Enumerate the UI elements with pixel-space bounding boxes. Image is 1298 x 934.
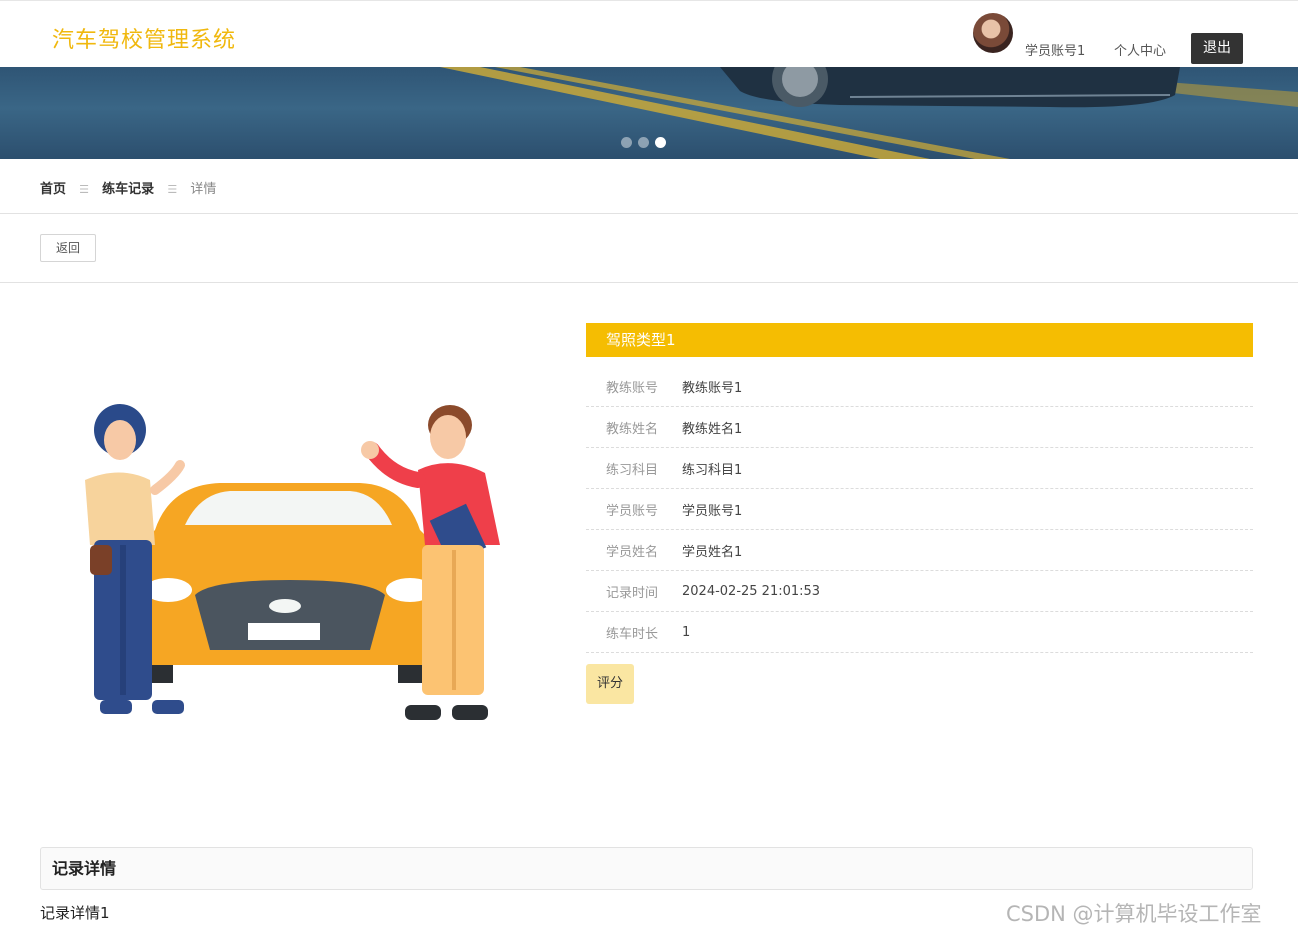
detail-row-duration: 练车时长 1 [586,612,1253,653]
field-value: 学员姓名1 [682,544,743,560]
field-value: 练习科目1 [682,462,743,478]
license-type-title: 驾照类型1 [586,323,1253,357]
detail-row-coach-account: 教练账号 教练账号1 [586,366,1253,407]
divider [0,213,1298,214]
breadcrumb: 首页 ☰ 练车记录 ☰ 详情 [40,178,216,197]
rate-button[interactable]: 评分 [586,664,634,704]
field-value: 1 [682,624,691,640]
detail-row-student-name: 学员姓名 学员姓名1 [586,530,1253,571]
field-label: 学员姓名 [606,544,659,560]
site-logo[interactable]: 汽车驾校管理系统 [52,22,236,54]
carousel-dot[interactable] [621,137,632,148]
carousel-dots [621,133,672,152]
field-value: 教练账号1 [682,380,743,396]
field-label: 学员账号 [606,503,659,519]
banner-carousel [0,67,1298,159]
breadcrumb-current: 详情 [190,182,217,197]
breadcrumb-home[interactable]: 首页 [40,178,66,197]
user-avatar[interactable] [973,13,1013,53]
detail-row-coach-name: 教练姓名 教练姓名1 [586,407,1253,448]
breadcrumb-separator-icon: ☰ [167,183,178,196]
detail-row-student-account: 学员账号 学员账号1 [586,489,1253,530]
logout-button[interactable]: 退出 [1191,33,1243,64]
field-label: 练车时长 [606,626,659,642]
record-detail-heading: 记录详情 [40,847,1253,890]
field-label: 教练姓名 [606,421,659,437]
field-value: 教练姓名1 [682,421,743,437]
site-header: 汽车驾校管理系统 学员账号1 个人中心 退出 [0,3,1298,67]
profile-link[interactable]: 个人中心 [1114,40,1166,59]
field-label: 练习科目 [606,462,659,478]
breadcrumb-section[interactable]: 练车记录 [102,178,154,197]
breadcrumb-separator-icon: ☰ [79,183,90,196]
detail-row-subject: 练习科目 练习科目1 [586,448,1253,489]
driving-illustration [60,395,520,735]
divider [0,282,1298,283]
field-value: 学员账号1 [682,503,743,519]
field-label: 教练账号 [606,380,659,396]
carousel-dot-active[interactable] [655,137,666,148]
field-value: 2024-02-25 21:01:53 [682,583,821,599]
watermark-text: CSDN @计算机毕设工作室 [1006,902,1262,926]
detail-row-record-time: 记录时间 2024-02-25 21:01:53 [586,571,1253,612]
detail-fields: 教练账号 教练账号1 教练姓名 教练姓名1 练习科目 练习科目1 学员账号 学员… [586,366,1253,653]
record-detail-content: 记录详情1 [40,904,110,922]
field-label: 记录时间 [606,585,659,601]
carousel-dot[interactable] [638,137,649,148]
back-button[interactable]: 返回 [40,234,96,262]
username-link[interactable]: 学员账号1 [1025,40,1085,59]
